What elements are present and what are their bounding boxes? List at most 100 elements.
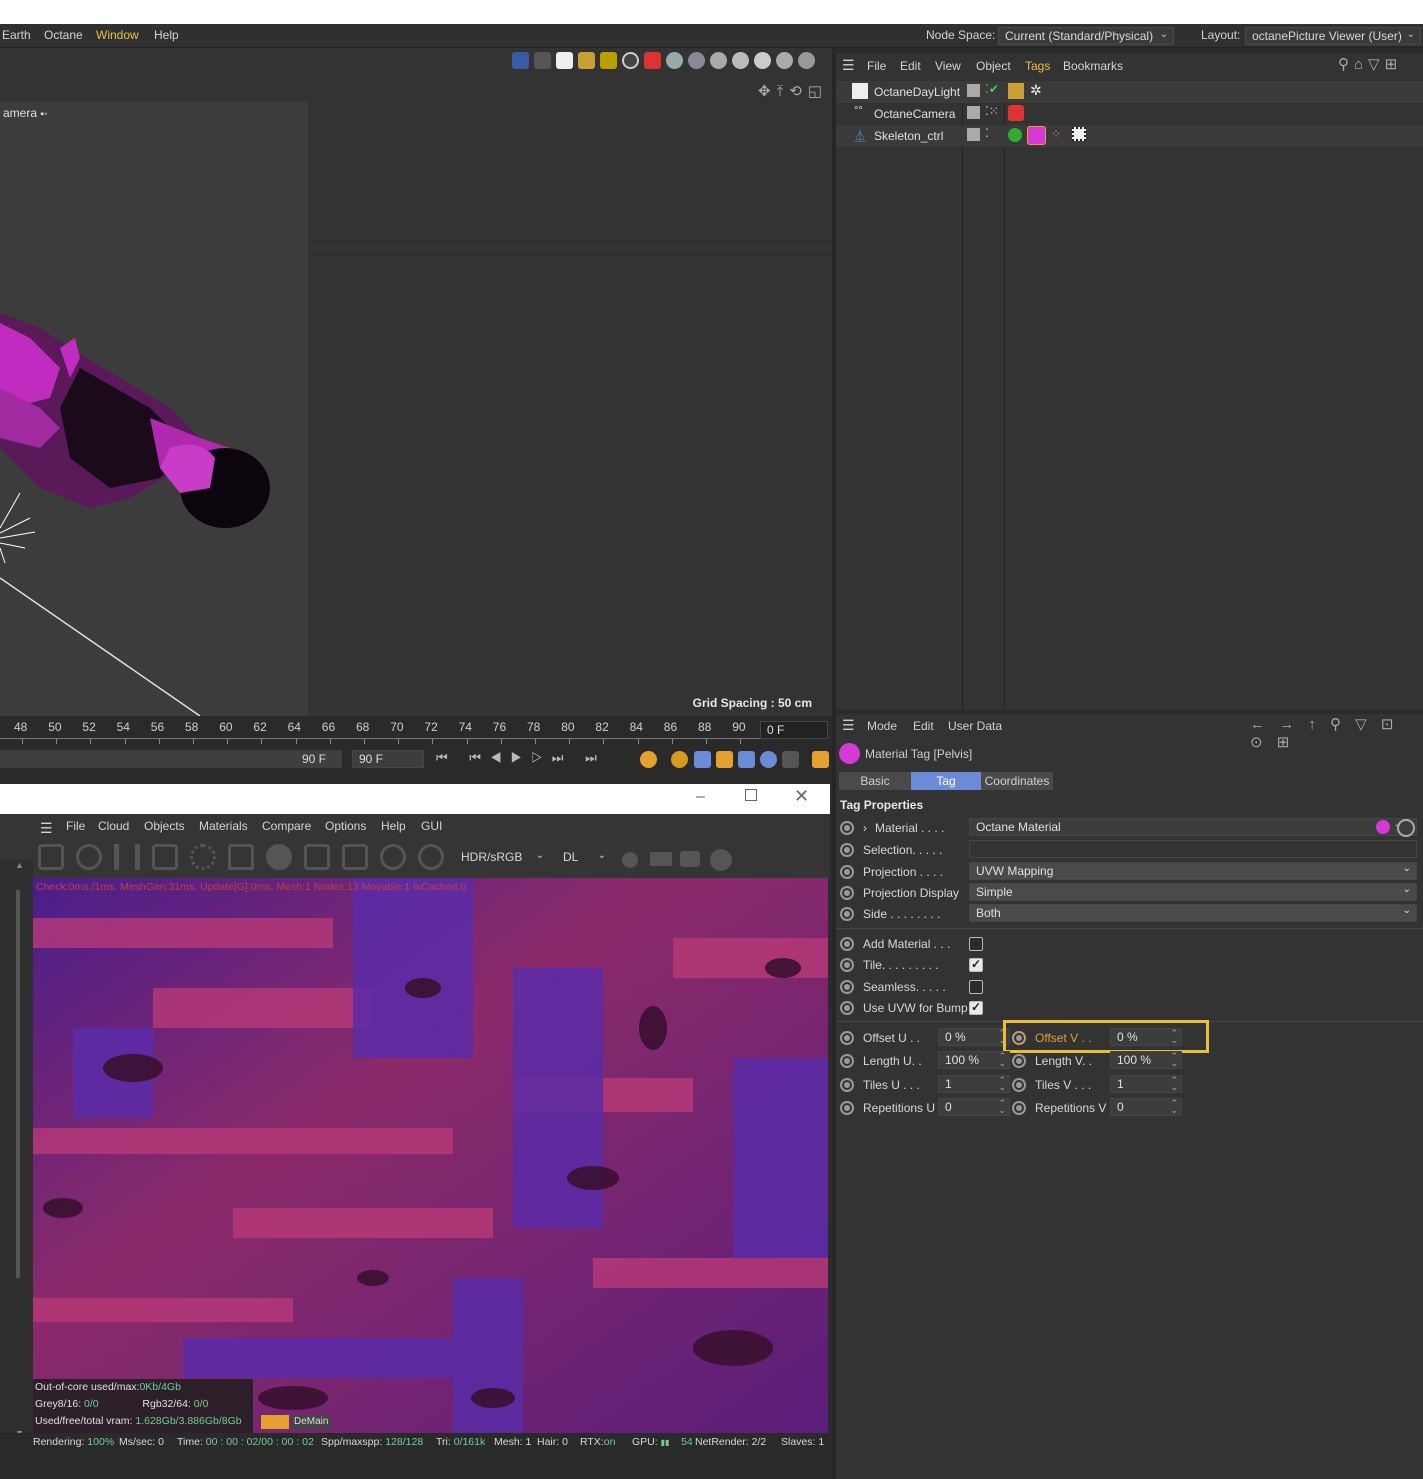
keyframe-radio[interactable] bbox=[840, 1054, 854, 1068]
object-tag-icon[interactable]: ⁘ bbox=[1051, 127, 1061, 141]
stepper-icon[interactable]: ⌃ ⌄ bbox=[998, 1052, 1006, 1068]
add-material-checkbox[interactable] bbox=[969, 937, 983, 951]
tiles-u-field[interactable]: 1 ⌃ ⌄ bbox=[938, 1075, 1010, 1093]
layer-icon[interactable] bbox=[967, 84, 980, 97]
light-icon[interactable] bbox=[600, 52, 617, 69]
minimize-icon[interactable]: – bbox=[696, 788, 705, 806]
node-space-dropdown[interactable]: Current (Standard/Physical) ⌄ bbox=[998, 27, 1174, 45]
3d-viewport[interactable]: amera ▪◦ ✥⤒⟲◱ Grid Spacing : 50 cm bbox=[0, 48, 832, 716]
camera-icon[interactable] bbox=[680, 851, 700, 867]
octane-menu-options[interactable]: Options bbox=[325, 819, 366, 833]
om-row-skeleton-ctrl[interactable]: ⏅ Skeleton_ctrl ⁚ ⁘ bbox=[836, 125, 1423, 147]
am-menu-edit[interactable]: Edit bbox=[913, 719, 934, 733]
seamless-checkbox[interactable] bbox=[969, 980, 983, 994]
sphere-icon[interactable] bbox=[776, 52, 793, 69]
keyframe-radio[interactable] bbox=[840, 865, 854, 879]
sphere-icon[interactable] bbox=[688, 52, 705, 69]
film-icon[interactable] bbox=[650, 852, 672, 866]
repetitions-v-field[interactable]: 0 ⌃ ⌄ bbox=[1110, 1098, 1182, 1116]
material-tag-icon[interactable] bbox=[1027, 126, 1046, 145]
om-menu-tags[interactable]: Tags bbox=[1025, 59, 1050, 73]
layer-icon[interactable] bbox=[967, 106, 980, 119]
send-scene-icon[interactable] bbox=[38, 844, 64, 870]
settings-icon[interactable] bbox=[190, 844, 216, 870]
visibility-dots-icon[interactable]: ⁚ bbox=[985, 126, 989, 140]
uvw-tag-icon[interactable] bbox=[1072, 127, 1086, 141]
octane-logo-icon[interactable] bbox=[512, 52, 529, 69]
phong-tag-icon[interactable] bbox=[1008, 128, 1022, 142]
layer-icon[interactable] bbox=[342, 844, 368, 870]
am-menu-user-data[interactable]: User Data bbox=[948, 719, 1002, 733]
material-picker-icon[interactable] bbox=[418, 844, 444, 870]
length-u-field[interactable]: 100 % ⌃ ⌄ bbox=[938, 1051, 1010, 1069]
daylight-icon[interactable] bbox=[578, 52, 595, 69]
timeline-window-icon[interactable] bbox=[812, 751, 829, 768]
focus-icon[interactable] bbox=[380, 844, 406, 870]
maximize-icon[interactable] bbox=[745, 789, 757, 801]
keyframe-radio[interactable] bbox=[840, 843, 854, 857]
octane-menu-file[interactable]: File bbox=[66, 819, 85, 833]
length-v-field[interactable]: 100 % ⌃ ⌄ bbox=[1110, 1051, 1182, 1069]
color-space-dropdown[interactable]: HDR/sRGB ⌄ bbox=[454, 848, 550, 866]
pick-icon[interactable] bbox=[1397, 819, 1415, 837]
checker-icon[interactable] bbox=[556, 52, 573, 69]
keyframe-radio[interactable] bbox=[840, 1001, 854, 1015]
menu-help[interactable]: Help bbox=[154, 28, 179, 42]
om-menu-object[interactable]: Object bbox=[976, 59, 1011, 73]
om-menu-edit[interactable]: Edit bbox=[900, 59, 921, 73]
keyframe-radio[interactable] bbox=[840, 886, 854, 900]
stepper-icon[interactable]: ⌃ ⌄ bbox=[998, 1099, 1006, 1115]
hamburger-icon[interactable]: ☰ bbox=[40, 820, 53, 837]
om-menu-file[interactable]: File bbox=[867, 59, 886, 73]
move-key-icon[interactable] bbox=[694, 751, 711, 768]
projection-display-dropdown[interactable]: Simple ⌄ bbox=[969, 883, 1417, 901]
record-icon[interactable] bbox=[640, 751, 657, 768]
keyframe-radio[interactable] bbox=[840, 937, 854, 951]
uvw-bump-checkbox[interactable] bbox=[969, 1000, 983, 1015]
add-icon[interactable] bbox=[304, 844, 330, 870]
tab-tag[interactable]: Tag bbox=[911, 772, 981, 790]
scale-key-icon[interactable] bbox=[716, 751, 733, 768]
tab-coordinates[interactable]: Coordinates bbox=[981, 772, 1053, 790]
am-toolbar-icons[interactable]: ← → ↑ ⚲ ▽ ⊡ ⊙ ⊞ bbox=[1250, 715, 1423, 751]
expand-icon[interactable]: › bbox=[863, 821, 867, 835]
visibility-dots-icon[interactable]: ⁚⁙ bbox=[985, 104, 999, 118]
gpu-icon[interactable] bbox=[622, 852, 638, 868]
stepper-icon[interactable]: ⌃ ⌄ bbox=[1170, 1076, 1178, 1092]
material-ball-icon[interactable] bbox=[266, 844, 292, 870]
keyframe-radio[interactable] bbox=[840, 821, 854, 835]
octane-menu-cloud[interactable]: Cloud bbox=[98, 819, 129, 833]
viewport-nav-icons[interactable]: ✥⤒⟲◱ bbox=[758, 82, 828, 100]
tab-basic[interactable]: Basic bbox=[839, 772, 911, 790]
side-dropdown[interactable]: Both ⌄ bbox=[969, 904, 1417, 922]
timeline[interactable]: 48 50 52 54 56 58 60 62 64 66 68 70 72 74 76 78 80 82 84 86… bbox=[0, 716, 832, 772]
pause-icon[interactable] bbox=[114, 844, 140, 870]
menu-window[interactable]: Window bbox=[96, 28, 139, 42]
octane-window-titlebar[interactable]: – ✕ bbox=[0, 784, 830, 814]
lock-icon[interactable] bbox=[228, 844, 254, 870]
pla-key-icon[interactable] bbox=[782, 751, 799, 768]
sphere-icon[interactable] bbox=[732, 52, 749, 69]
keyframe-radio[interactable] bbox=[840, 1078, 854, 1092]
rotate-key-icon[interactable] bbox=[738, 751, 755, 768]
render-view[interactable]: Check:0ms./1ms. MeshGen:31ms. Update[G]:… bbox=[33, 878, 828, 1433]
end-frame-field[interactable]: 90 F bbox=[352, 750, 424, 768]
keyframe-radio[interactable] bbox=[840, 1101, 854, 1115]
stepper-icon[interactable]: ⌃ ⌄ bbox=[1170, 1099, 1178, 1115]
stepper-icon[interactable]: ⌃ ⌄ bbox=[998, 1076, 1006, 1092]
keyframe-radio[interactable] bbox=[840, 958, 854, 972]
environment-tag-icon[interactable]: ✲ bbox=[1030, 82, 1042, 99]
om-row-octanedaylight[interactable]: OctaneDayLight ⁚✔ ✲ bbox=[836, 81, 1423, 103]
clay-icon[interactable] bbox=[710, 849, 732, 871]
hamburger-icon[interactable]: ☰ bbox=[842, 717, 855, 734]
layer-icon[interactable] bbox=[967, 128, 980, 141]
offset-u-field[interactable]: 0 % ⌃ ⌄ bbox=[938, 1028, 1010, 1046]
octane-menu-compare[interactable]: Compare bbox=[262, 819, 311, 833]
tile-checkbox[interactable] bbox=[969, 957, 983, 972]
om-row-octanecamera[interactable]: °° OctaneCamera ⁚⁙ bbox=[836, 103, 1423, 125]
stepper-icon[interactable]: ⌃ ⌄ bbox=[1170, 1052, 1178, 1068]
projection-dropdown[interactable]: UVW Mapping ⌄ bbox=[969, 862, 1417, 880]
menu-octane[interactable]: Octane bbox=[44, 28, 83, 42]
tiles-v-field[interactable]: 1 ⌃ ⌄ bbox=[1110, 1075, 1182, 1093]
visibility-check-icon[interactable]: ⁚✔ bbox=[985, 82, 999, 96]
